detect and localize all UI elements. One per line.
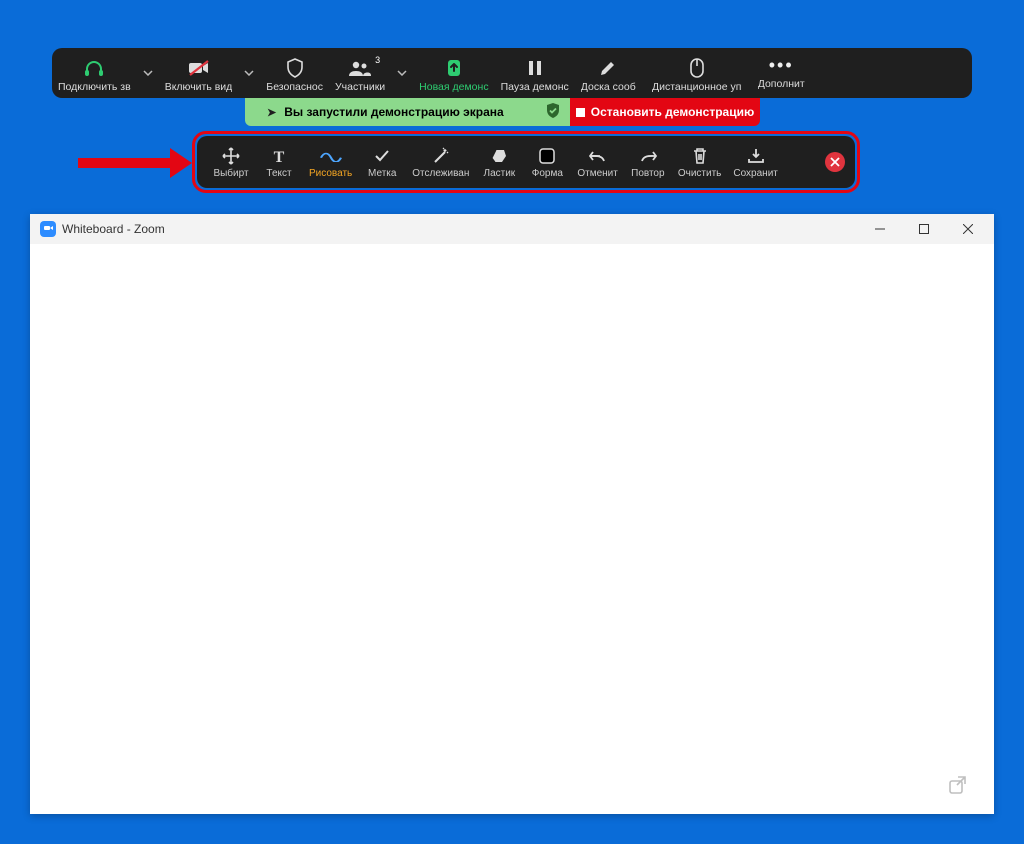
start-video-button[interactable]: Включить вид	[159, 48, 239, 98]
callout-arrow	[78, 154, 193, 174]
zoom-main-toolbar: Подключить зв Включить вид Безопаснос 3 …	[52, 48, 972, 98]
start-video-label: Включить вид	[165, 81, 233, 93]
annotate-text[interactable]: T Текст	[255, 146, 303, 179]
window-controls	[858, 214, 990, 244]
participants-label: Участники	[335, 81, 385, 93]
annotate-clear-label: Очистить	[678, 168, 722, 179]
annotate-spotlight-label: Отслеживан	[412, 168, 469, 179]
window-minimize[interactable]	[858, 214, 902, 244]
stop-share-button[interactable]: Остановить демонстрацию	[570, 98, 760, 126]
square-icon	[539, 146, 555, 166]
stop-icon	[576, 108, 585, 117]
annotate-format-label: Форма	[532, 168, 563, 179]
annotate-stamp[interactable]: Метка	[358, 146, 406, 179]
annotate-undo-label: Отменит	[577, 168, 617, 179]
download-icon	[747, 146, 765, 166]
security-button[interactable]: Безопаснос	[260, 48, 329, 98]
whiteboard-titlebar[interactable]: Whiteboard - Zoom	[30, 214, 994, 244]
eraser-icon	[490, 146, 508, 166]
share-info: ➤ Вы запустили демонстрацию экрана	[245, 98, 570, 126]
annotate-eraser[interactable]: Ластик	[475, 146, 523, 179]
annotate-select-label: Выбирт	[213, 168, 248, 179]
annotate-save[interactable]: Сохранит	[727, 146, 783, 179]
draw-wave-icon	[320, 146, 342, 166]
shield-icon	[286, 57, 304, 79]
remote-control-label: Дистанционное уп	[652, 81, 741, 93]
more-button[interactable]: ••• Дополнит	[752, 48, 811, 98]
mouse-icon	[690, 57, 704, 79]
move-icon	[222, 146, 240, 166]
stop-share-label: Остановить демонстрацию	[591, 105, 754, 119]
participants-button[interactable]: 3 Участники	[329, 48, 391, 98]
redo-icon	[639, 146, 657, 166]
annotation-toolbar-highlight: Выбирт T Текст Рисовать Метка Отслеживан	[192, 131, 860, 193]
whiteboard-window: Whiteboard - Zoom	[30, 214, 994, 814]
pencil-icon	[599, 57, 617, 79]
annotate-redo[interactable]: Повтор	[624, 146, 672, 179]
whiteboard-title: Whiteboard - Zoom	[62, 222, 165, 236]
video-off-icon	[188, 57, 210, 79]
wand-icon	[432, 146, 450, 166]
whiteboard-canvas[interactable]	[30, 244, 994, 814]
new-share-button[interactable]: Новая демонс	[413, 48, 494, 98]
audio-options-chevron[interactable]	[137, 48, 159, 98]
annotation-toolbar: Выбирт T Текст Рисовать Метка Отслеживан	[197, 136, 855, 188]
shield-check-icon	[546, 103, 560, 122]
annotate-redo-label: Повтор	[631, 168, 664, 179]
pause-icon	[528, 57, 542, 79]
svg-text:T: T	[274, 149, 285, 164]
share-status-text: Вы запустили демонстрацию экрана	[284, 105, 504, 119]
annotate-text-label: Текст	[266, 168, 291, 179]
whiteboard-button[interactable]: Доска сооб	[575, 48, 642, 98]
window-maximize[interactable]	[902, 214, 946, 244]
annotate-stamp-label: Метка	[368, 168, 396, 179]
whiteboard-label: Доска сооб	[581, 81, 636, 93]
cursor-icon: ➤	[267, 106, 276, 119]
participants-count-badge: 3	[375, 55, 380, 65]
annotate-close-button[interactable]	[825, 152, 845, 172]
annotate-draw-label: Рисовать	[309, 168, 352, 179]
remote-control-button[interactable]: Дистанционное уп	[642, 48, 752, 98]
headphones-icon	[83, 57, 105, 79]
new-share-label: Новая демонс	[419, 81, 488, 93]
annotate-draw[interactable]: Рисовать	[303, 146, 358, 179]
window-close[interactable]	[946, 214, 990, 244]
annotate-undo[interactable]: Отменит	[571, 146, 623, 179]
pause-share-label: Пауза демонс	[501, 81, 569, 93]
annotate-save-label: Сохранит	[733, 168, 777, 179]
share-status-bar: ➤ Вы запустили демонстрацию экрана Остан…	[245, 98, 760, 126]
video-options-chevron[interactable]	[238, 48, 260, 98]
close-icon	[830, 157, 840, 167]
popout-icon[interactable]	[948, 775, 968, 800]
participants-icon: 3	[348, 57, 372, 79]
trash-icon	[692, 146, 708, 166]
undo-icon	[589, 146, 607, 166]
annotate-format[interactable]: Форма	[523, 146, 571, 179]
join-audio-button[interactable]: Подключить зв	[52, 48, 137, 98]
annotate-eraser-label: Ластик	[484, 168, 516, 179]
ellipsis-icon: •••	[769, 54, 794, 76]
join-audio-label: Подключить зв	[58, 81, 131, 93]
more-label: Дополнит	[758, 78, 805, 90]
pause-share-button[interactable]: Пауза демонс	[495, 48, 575, 98]
text-icon: T	[271, 146, 287, 166]
annotate-select[interactable]: Выбирт	[207, 146, 255, 179]
check-icon	[374, 146, 390, 166]
participants-options-chevron[interactable]	[391, 48, 413, 98]
zoom-app-icon	[40, 221, 56, 237]
share-up-icon	[442, 57, 466, 79]
annotate-spotlight[interactable]: Отслеживан	[406, 146, 475, 179]
annotate-clear[interactable]: Очистить	[672, 146, 728, 179]
security-label: Безопаснос	[266, 81, 323, 93]
